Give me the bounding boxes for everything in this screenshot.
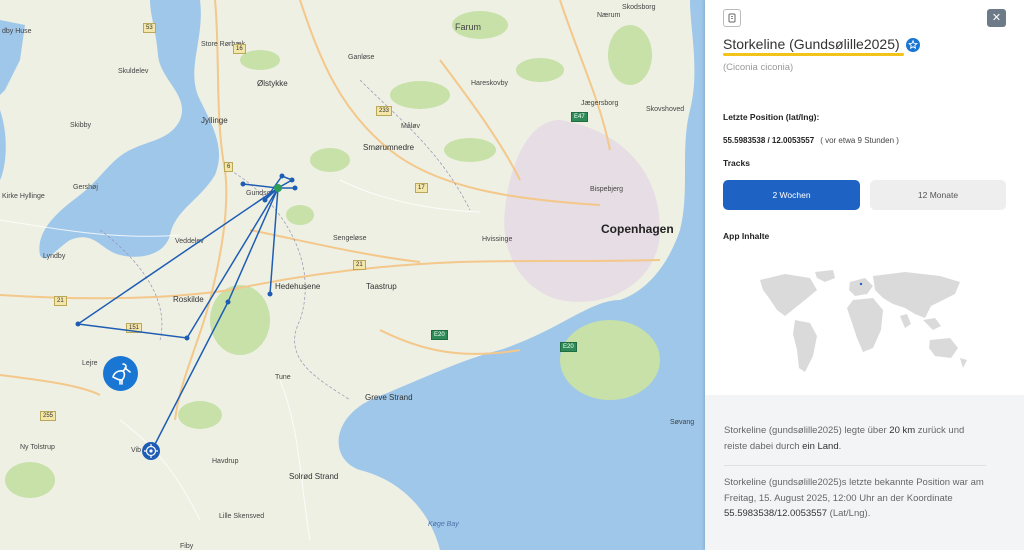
- track-line: [75, 185, 280, 453]
- track-point[interactable]: [184, 335, 190, 341]
- track-point[interactable]: [225, 299, 231, 305]
- track-overlay: [75, 173, 298, 453]
- distance-summary: Storkeline (gundsølille2025) legte über …: [724, 425, 965, 452]
- track-point[interactable]: [292, 185, 298, 191]
- close-icon[interactable]: ✕: [987, 9, 1006, 27]
- tracks-label: Tracks: [723, 158, 750, 168]
- map-view[interactable]: Farum Skodsborg Nærum Store Rørbæk Ganlø…: [0, 0, 705, 550]
- track-point[interactable]: [75, 321, 81, 327]
- last-position-row: 55.5983538 / 12.0053557 ( vor etwa 9 Stun…: [723, 136, 899, 145]
- animal-info-panel: ✕ Storkeline (Gundsølille2025) (Ciconia …: [705, 0, 1024, 550]
- track-point[interactable]: [289, 177, 295, 183]
- last-known-position-text: Storkeline (gundsølille2025)s letzte bek…: [724, 477, 984, 519]
- current-position-icon[interactable]: [142, 442, 160, 460]
- track-2-weeks-button[interactable]: 2 Wochen: [723, 180, 860, 210]
- stork-marker-icon[interactable]: [103, 356, 138, 391]
- track-12-months-button[interactable]: 12 Monate: [870, 180, 1006, 210]
- track-point[interactable]: [262, 197, 268, 203]
- last-position-value: 55.5983538 / 12.0053557: [723, 136, 815, 145]
- world-map-graphic: [760, 270, 967, 372]
- summary-section: Storkeline (gundsølille2025) legte über …: [705, 395, 1024, 550]
- track-point[interactable]: [274, 184, 282, 192]
- latin-name: (Ciconia ciconia): [723, 62, 794, 73]
- animal-title: Storkeline (Gundsølille2025): [723, 36, 900, 52]
- app-content-label: App Inhalte: [723, 231, 770, 241]
- last-position-label: Letzte Position (lat/lng):: [723, 112, 820, 122]
- title-highlight: [723, 53, 904, 56]
- track-point[interactable]: [279, 173, 285, 179]
- last-position-ago: ( vor etwa 9 Stunden ): [820, 136, 899, 145]
- panel-menu-icon[interactable]: [723, 9, 741, 27]
- verified-star-icon: [906, 38, 920, 52]
- divider: [724, 465, 986, 466]
- track-point[interactable]: [240, 181, 246, 187]
- track-line: [242, 175, 295, 201]
- track-point[interactable]: [267, 291, 273, 297]
